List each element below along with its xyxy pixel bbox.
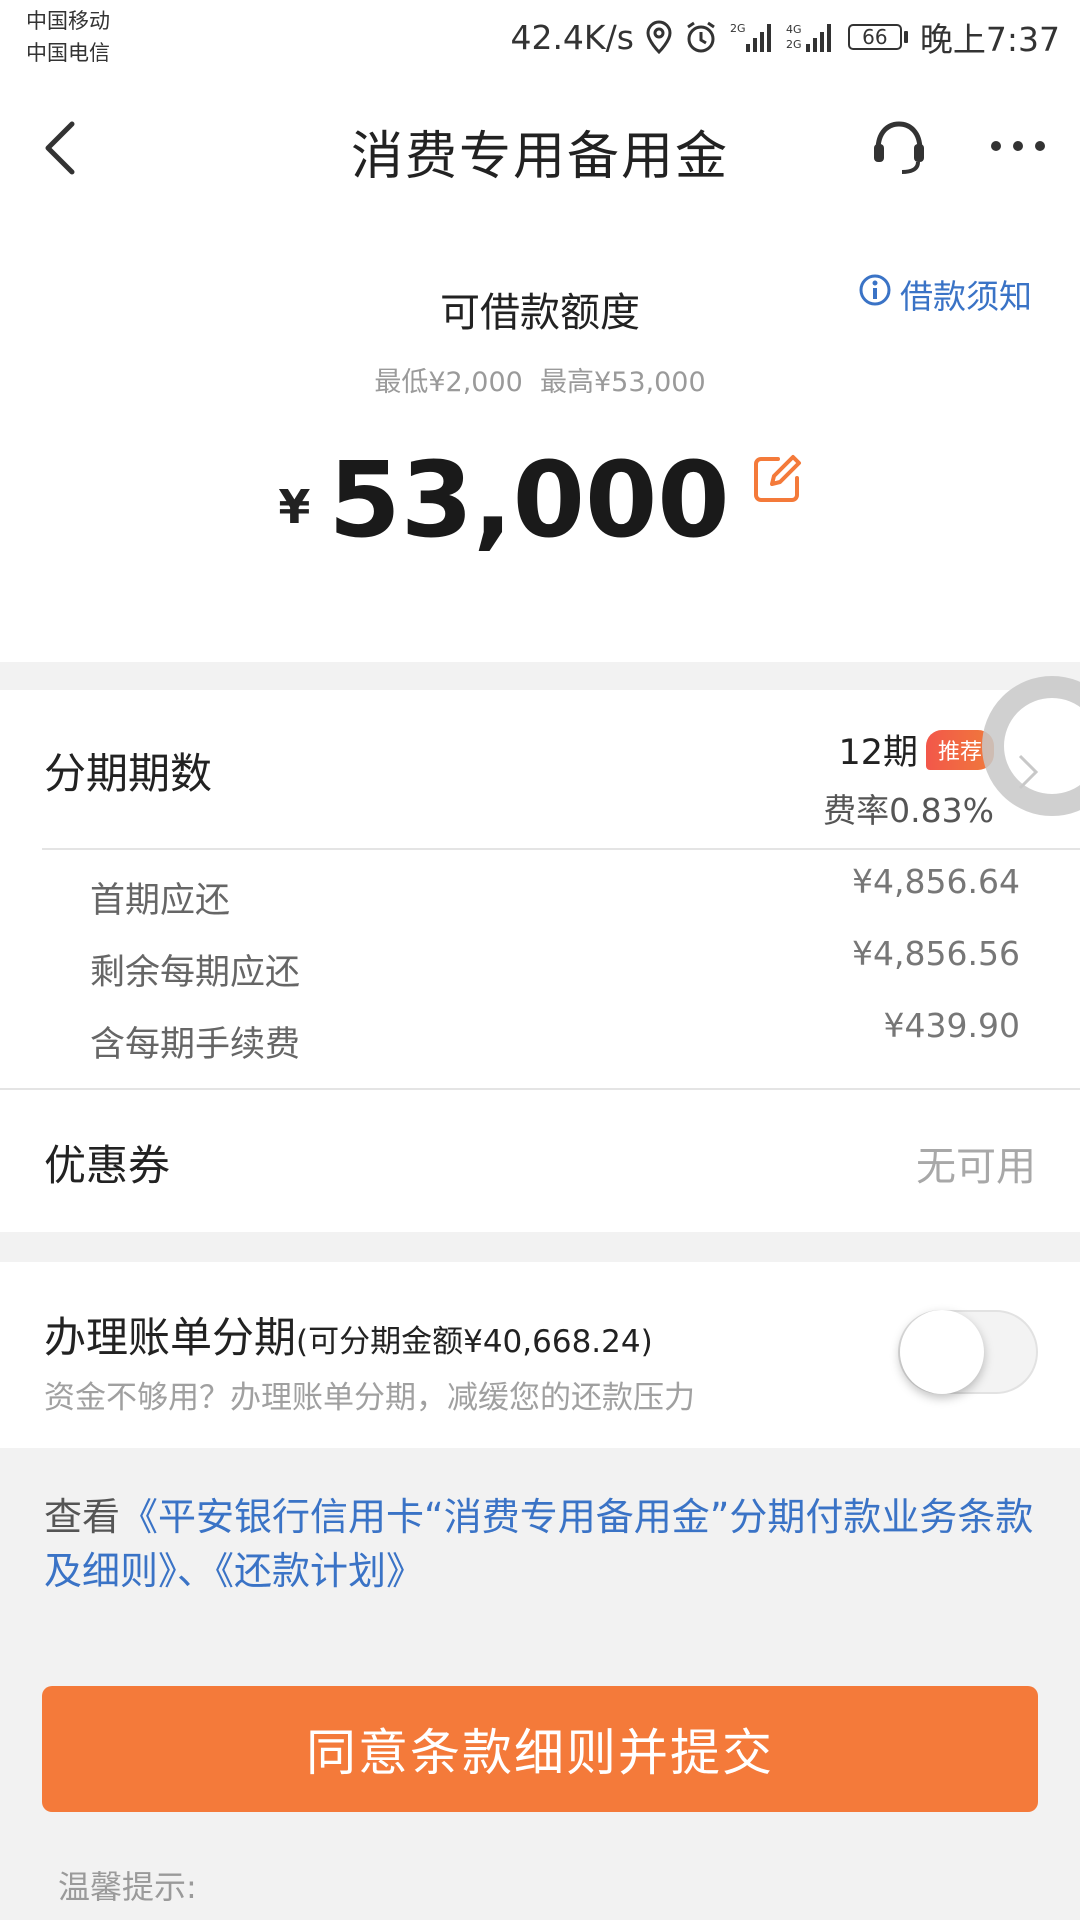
bill-installment-heading: 办理账单分期 (可分期金额¥40,668.24) [44,1304,653,1365]
carrier-2: 中国电信 [26,41,110,65]
signal-4g-icon: 4G 2G [786,20,836,54]
info-icon [858,273,892,315]
installment-period-row: 12期 推荐 [838,724,994,775]
bill-installment-subtitle: 资金不够用？办理账单分期，减缓您的还款压力 [44,1380,695,1416]
installment-period: 12期 [838,733,918,773]
toggle-knob [900,1310,984,1394]
loan-amount-section: 可借款额度 借款须知 最低¥2,000 最高¥53,000 ¥ 53,000 [0,220,1080,662]
loan-notice-label: 借款须知 [900,277,1032,316]
coupon-title: 优惠券 [44,1141,171,1190]
alarm-icon [684,20,718,54]
loan-notice-link[interactable]: 借款须知 [858,270,1032,318]
svg-text:4G: 4G [786,23,802,36]
bill-installment-title: 办理账单分期 [44,1313,297,1362]
terms-separator: 、 [177,1549,216,1593]
range-max: 最高¥53,000 [540,367,706,398]
edit-icon[interactable] [752,454,802,508]
detail-label: 含每期手续费 [90,1025,301,1065]
status-icons: 42.4K/s 2G 4G 2G 66 晚上7:37 [510,14,1060,60]
terms-prefix: 查看 [44,1495,121,1539]
more-icon[interactable] [988,136,1048,160]
detail-value: ¥439.90 [883,1006,1020,1045]
coupon-row[interactable]: 优惠券 无可用 [0,1090,1080,1232]
carrier-1: 中国移动 [26,9,110,33]
bill-installment-card: 办理账单分期 (可分期金额¥40,668.24) 资金不够用？办理账单分期，减缓… [0,1262,1080,1448]
installment-selector[interactable]: 分期期数 12期 推荐 费率0.83% [0,690,1080,850]
loan-amount: 53,000 [328,439,730,561]
network-speed: 42.4K/s [510,17,634,57]
customer-service-icon[interactable] [868,116,930,182]
signal-2g-icon: 2G [730,20,774,54]
battery-icon: 66 [847,24,908,50]
loan-range: 最低¥2,000 最高¥53,000 [0,360,1080,399]
installment-title: 分期期数 [44,749,213,798]
status-bar: 中国移动 中国电信 42.4K/s 2G 4G 2G 66 晚上7:37 [0,0,1080,80]
bill-installment-amount: (可分期金额¥40,668.24) [296,1324,653,1360]
coupon-value: 无可用 [916,1144,1036,1190]
range-min: 最低¥2,000 [374,367,523,398]
svg-text:2G: 2G [730,22,746,35]
svg-text:2G: 2G [786,38,802,51]
detail-label: 首期应还 [90,881,231,921]
detail-value: ¥4,856.56 [852,934,1020,973]
clock-time: 晚上7:37 [919,20,1060,59]
terms-text: 查看《平安银行信用卡“消费专用备用金”分期付款业务条款及细则》、《还款计划》 [44,1490,1034,1598]
tips-label: 温馨提示: [58,1868,197,1906]
divider [42,848,1080,850]
currency-symbol: ¥ [278,480,311,534]
amount-row: ¥ 53,000 [0,448,1080,552]
detail-label: 剩余每期应还 [90,953,301,993]
repayment-plan-link[interactable]: 《还款计划》 [215,1549,424,1593]
installment-card: 分期期数 12期 推荐 费率0.83% 首期应还 ¥4,856.64 剩余每期应… [0,690,1080,1232]
nav-bar: 消费专用备用金 [0,80,1080,220]
submit-button[interactable]: 同意条款细则并提交 [42,1686,1038,1812]
detail-value: ¥4,856.64 [852,862,1020,901]
location-icon [646,20,672,54]
bill-installment-toggle[interactable] [898,1310,1038,1394]
installment-rate: 费率0.83% [823,791,994,830]
battery-level: 66 [847,24,902,50]
